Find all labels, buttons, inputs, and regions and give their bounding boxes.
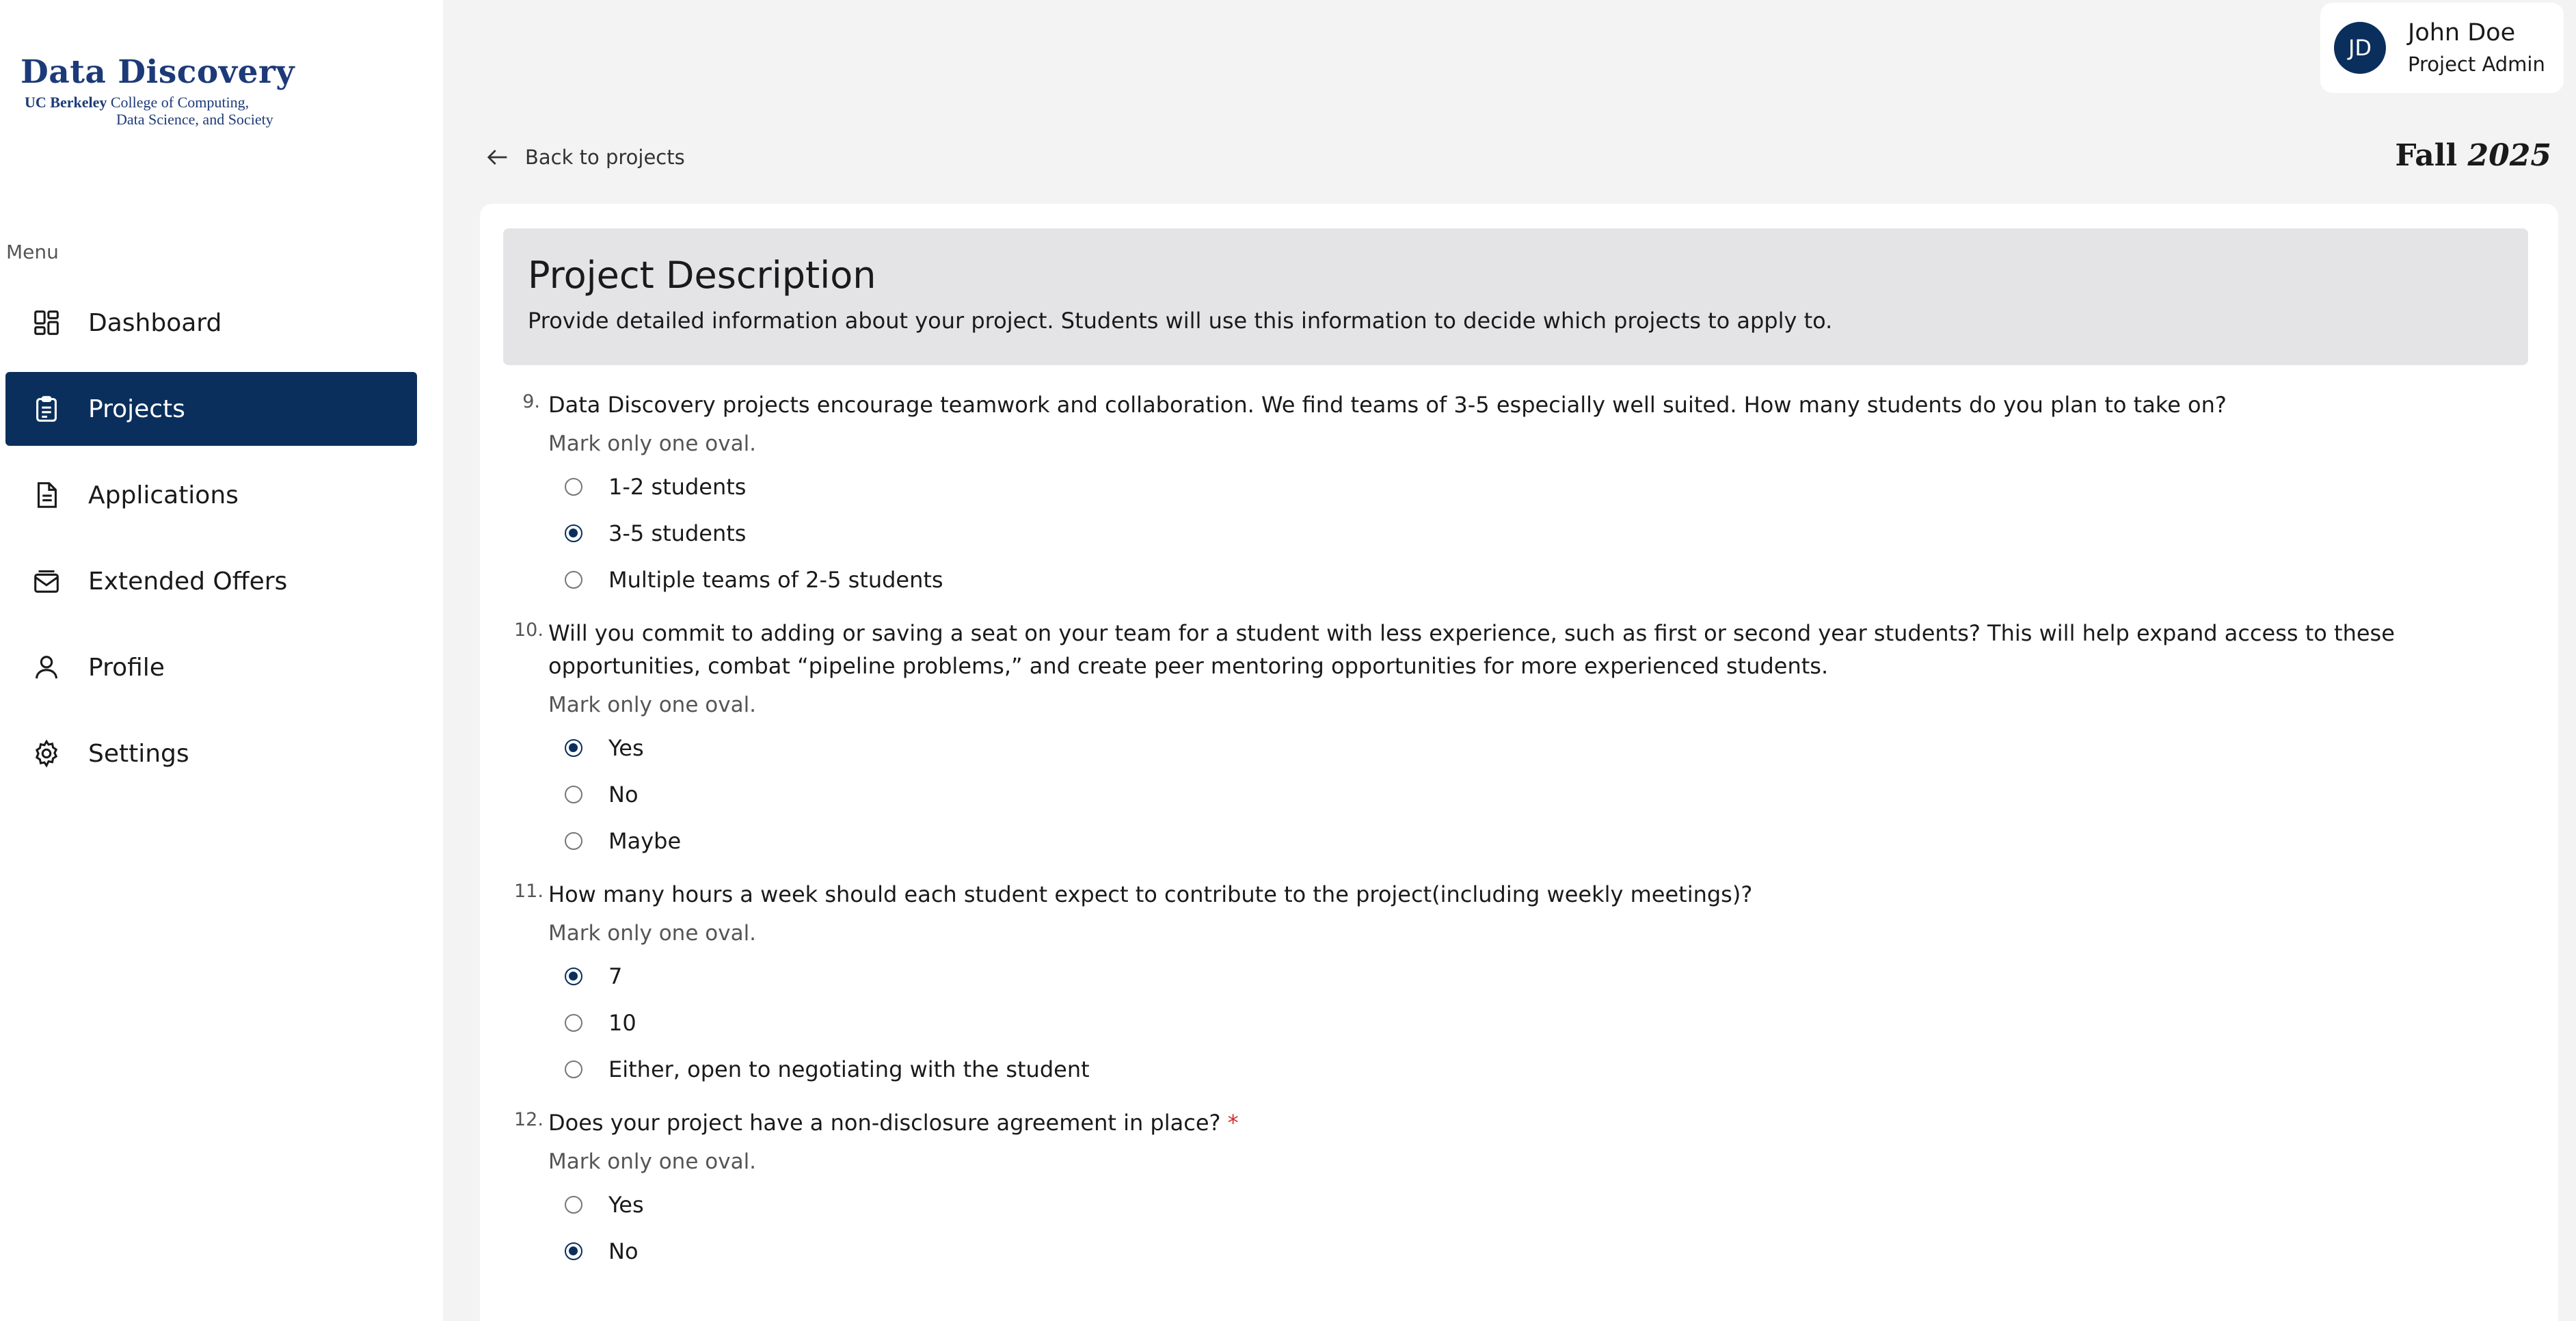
radio-label: Maybe (608, 828, 682, 854)
radio-button[interactable] (565, 478, 582, 496)
radio-label: Either, open to negotiating with the stu… (608, 1056, 1090, 1082)
radio-button[interactable] (565, 571, 582, 589)
term-year: 2025 (2467, 138, 2551, 173)
radio-label: 7 (608, 963, 623, 989)
sidebar-item-label: Dashboard (88, 308, 222, 337)
radio-label: Multiple teams of 2-5 students (608, 567, 943, 593)
arrow-left-icon (487, 150, 507, 165)
radio-button[interactable] (565, 832, 582, 850)
sidebar: Data Discovery UC Berkeley College of Co… (0, 0, 443, 1321)
dashboard-icon (31, 307, 62, 338)
question-text: Will you commit to adding or saving a se… (548, 620, 2395, 679)
section-header: Project Description Provide detailed inf… (503, 228, 2528, 365)
logo-org: UC Berkeley (25, 94, 107, 111)
avatar: JD (2334, 22, 2386, 74)
radio-label: 3-5 students (608, 520, 747, 546)
gear-icon (31, 738, 62, 769)
question-12: 12. Does your project have a non-disclos… (514, 1106, 2531, 1275)
user-info: John Doe Project Admin (2408, 16, 2545, 79)
radio-option[interactable]: 3-5 students (565, 510, 2531, 557)
term-season: Fall (2395, 138, 2458, 173)
radio-group: Yes No (565, 1182, 2531, 1275)
question-text: Does your project have a non-disclosure … (548, 1106, 2531, 1139)
radio-label: 10 (608, 1010, 636, 1036)
sidebar-item-label: Applications (88, 481, 239, 509)
mail-stack-icon (31, 565, 62, 597)
section-description: Provide detailed information about your … (528, 308, 1833, 334)
radio-option[interactable]: 10 (565, 1000, 2531, 1046)
radio-button[interactable] (565, 524, 582, 542)
question-hint: Mark only one oval. (548, 431, 757, 456)
sidebar-item-label: Settings (88, 739, 189, 768)
radio-option[interactable]: Yes (565, 1182, 2531, 1228)
radio-option[interactable]: 1-2 students (565, 464, 2531, 510)
radio-group: 7 10 Either, open to negotiating with th… (565, 953, 2531, 1093)
radio-option[interactable]: No (565, 1228, 2531, 1275)
radio-group: 1-2 students 3-5 students Multiple teams… (565, 464, 2531, 603)
data-discovery-logo[interactable]: Data Discovery UC Berkeley College of Co… (21, 53, 308, 128)
sidebar-item-extended-offers[interactable]: Extended Offers (5, 544, 417, 618)
question-number: 10. (514, 619, 544, 641)
radio-label: No (608, 1238, 639, 1264)
clipboard-icon (31, 393, 62, 425)
project-form-card: Project Description Provide detailed inf… (480, 204, 2558, 1321)
question-10: 10. Will you commit to adding or saving … (514, 617, 2531, 864)
radio-group: Yes No Maybe (565, 725, 2531, 864)
user-icon (31, 652, 62, 683)
radio-button[interactable] (565, 968, 582, 985)
user-name: John Doe (2408, 19, 2516, 46)
radio-button[interactable] (565, 1060, 582, 1078)
radio-option[interactable]: Multiple teams of 2-5 students (565, 557, 2531, 603)
question-11: 11. How many hours a week should each st… (514, 878, 2531, 1093)
radio-button[interactable] (565, 1242, 582, 1260)
radio-label: No (608, 782, 639, 808)
required-asterisk: * (1227, 1110, 1239, 1136)
question-list: 9. Data Discovery projects encourage tea… (514, 388, 2531, 1288)
sidebar-item-applications[interactable]: Applications (5, 458, 417, 532)
logo-title: Data Discovery (21, 53, 295, 91)
sidebar-item-profile[interactable]: Profile (5, 630, 417, 704)
sidebar-item-dashboard[interactable]: Dashboard (5, 286, 417, 360)
question-text: Data Discovery projects encourage teamwo… (548, 392, 2227, 418)
document-icon (31, 479, 62, 511)
sidebar-item-label: Profile (88, 653, 165, 682)
radio-label: Yes (608, 1192, 644, 1218)
radio-button[interactable] (565, 1196, 582, 1214)
section-title: Project Description (528, 254, 876, 297)
radio-option[interactable]: No (565, 771, 2531, 818)
term-label: Fall 2025 (2395, 138, 2551, 173)
question-text: How many hours a week should each studen… (548, 881, 1753, 907)
question-hint: Mark only one oval. (548, 921, 757, 946)
back-to-projects-link[interactable]: Back to projects (484, 144, 685, 171)
question-hint: Mark only one oval. (548, 1149, 757, 1174)
radio-option[interactable]: Maybe (565, 818, 2531, 864)
radio-button[interactable] (565, 1014, 582, 1032)
question-number: 11. (514, 881, 544, 902)
question-number: 12. (514, 1109, 544, 1130)
logo-subtitle: UC Berkeley College of Computing, Data S… (21, 94, 308, 128)
sidebar-item-label: Extended Offers (88, 567, 288, 596)
radio-button[interactable] (565, 739, 582, 757)
sidebar-nav: Dashboard Projects Applications Extended… (5, 286, 417, 803)
user-role: Project Admin (2408, 53, 2545, 76)
radio-button[interactable] (565, 786, 582, 803)
radio-option[interactable]: 7 (565, 953, 2531, 1000)
question-9: 9. Data Discovery projects encourage tea… (514, 388, 2531, 603)
radio-label: 1-2 students (608, 474, 747, 500)
sidebar-item-label: Projects (88, 395, 185, 423)
radio-option[interactable]: Yes (565, 725, 2531, 771)
sidebar-item-projects[interactable]: Projects (5, 372, 417, 446)
back-link-label: Back to projects (525, 146, 685, 169)
question-hint: Mark only one oval. (548, 693, 757, 717)
radio-label: Yes (608, 735, 644, 761)
logo-line1: College of Computing, (110, 94, 250, 111)
logo-line2: Data Science, and Society (116, 111, 273, 128)
user-menu[interactable]: JD John Doe Project Admin (2320, 3, 2564, 93)
menu-label: Menu (6, 241, 59, 263)
radio-option[interactable]: Either, open to negotiating with the stu… (565, 1046, 2531, 1093)
sidebar-item-settings[interactable]: Settings (5, 717, 417, 790)
question-text-content: Does your project have a non-disclosure … (548, 1110, 1221, 1136)
question-number: 9. (522, 391, 540, 412)
